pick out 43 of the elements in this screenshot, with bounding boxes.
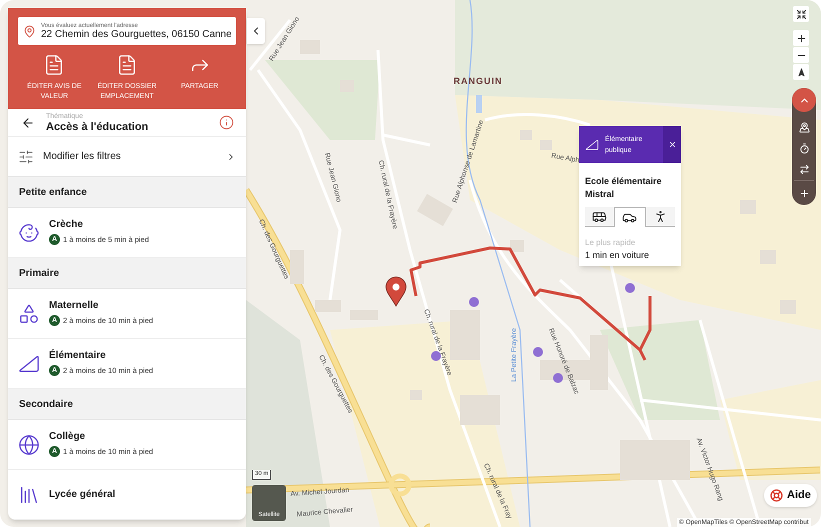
baby-icon — [18, 222, 40, 244]
section-header: Petite enfance — [8, 177, 246, 208]
plus-icon — [796, 32, 806, 44]
fullscreen-button[interactable] — [793, 6, 809, 22]
globe-icon — [18, 434, 40, 456]
location-pin-icon — [386, 276, 406, 306]
place-label: RANGUIN — [454, 76, 502, 86]
map-pin-icon — [798, 122, 810, 132]
plus-icon — [798, 188, 810, 198]
transport-mode-tab[interactable] — [646, 207, 675, 227]
back-arrow-icon — [21, 116, 35, 130]
item-title: Maternelle — [49, 301, 100, 311]
compass-button[interactable] — [793, 64, 809, 80]
item-title: Lycée général — [49, 490, 116, 500]
popup-caption: Le plus rapide — [585, 239, 636, 247]
timer-icon — [798, 142, 810, 154]
lifebuoy-icon — [770, 489, 783, 502]
zoom-in-button[interactable] — [793, 30, 809, 46]
transport-mode-tab[interactable] — [614, 207, 646, 227]
list-item[interactable]: Lycée général — [8, 470, 246, 520]
shapes-icon — [18, 302, 40, 324]
address-input[interactable]: 22 Chemin des Gourguettes, 06150 Canne — [41, 28, 231, 40]
swap-icon — [798, 164, 810, 175]
transport-mode-tab[interactable] — [585, 207, 614, 227]
info-icon[interactable] — [219, 115, 234, 130]
theme-title: Accès à l'éducation — [46, 122, 150, 132]
pdf-document-icon — [116, 54, 138, 76]
map-pin-icon — [23, 24, 36, 38]
compass-icon — [796, 68, 806, 76]
collapse-tools-button[interactable] — [792, 88, 816, 112]
popup-title: Ecole élémentaire Mistral — [584, 175, 663, 201]
zoom-out-button[interactable] — [793, 47, 809, 63]
sliders-icon — [18, 148, 34, 164]
help-button[interactable]: Aide — [764, 484, 817, 507]
close-icon — [668, 140, 676, 149]
travel-time: 1 min en voiture — [585, 251, 650, 260]
item-title: Collège — [49, 432, 86, 442]
item-title: Crèche — [49, 220, 84, 230]
shrink-icon — [796, 8, 806, 20]
collapse-panel-button[interactable] — [247, 18, 265, 44]
section-header: Primaire — [8, 258, 246, 289]
section-header: Secondaire — [8, 389, 246, 420]
item-title: Élémentaire — [49, 351, 107, 361]
